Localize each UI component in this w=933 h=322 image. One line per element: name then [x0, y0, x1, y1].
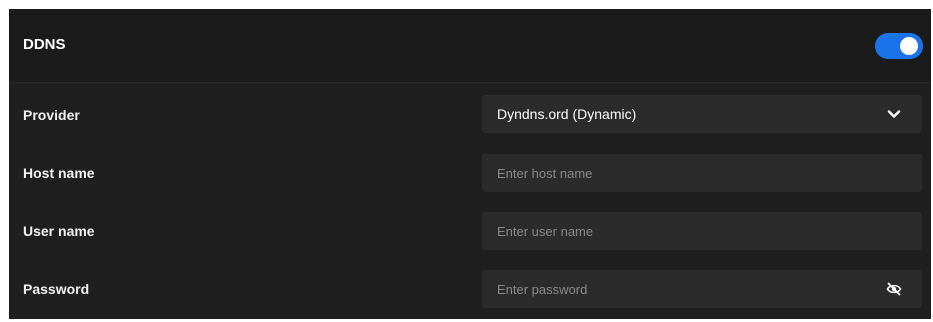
user-name-label: User name — [23, 223, 95, 239]
password-label: Password — [23, 281, 90, 297]
ddns-toggle[interactable] — [875, 33, 923, 59]
ddns-header: DDNS — [9, 9, 931, 83]
ddns-title: DDNS — [23, 36, 66, 53]
password-field — [482, 270, 922, 308]
host-name-input[interactable] — [482, 154, 877, 192]
ddns-panel: DDNS Provider Dyndns.ord (Dynamic) Host … — [9, 9, 931, 319]
provider-label: Provider — [23, 107, 80, 123]
user-name-input[interactable] — [482, 212, 877, 250]
host-name-field — [482, 154, 922, 192]
toggle-knob — [900, 37, 918, 55]
eye-off-icon[interactable] — [886, 281, 902, 297]
password-input[interactable] — [482, 270, 877, 308]
provider-value: Dyndns.ord (Dynamic) — [497, 106, 637, 122]
chevron-down-icon — [887, 110, 901, 118]
provider-select[interactable]: Dyndns.ord (Dynamic) — [482, 95, 922, 133]
user-name-field — [482, 212, 922, 250]
host-name-label: Host name — [23, 165, 95, 181]
